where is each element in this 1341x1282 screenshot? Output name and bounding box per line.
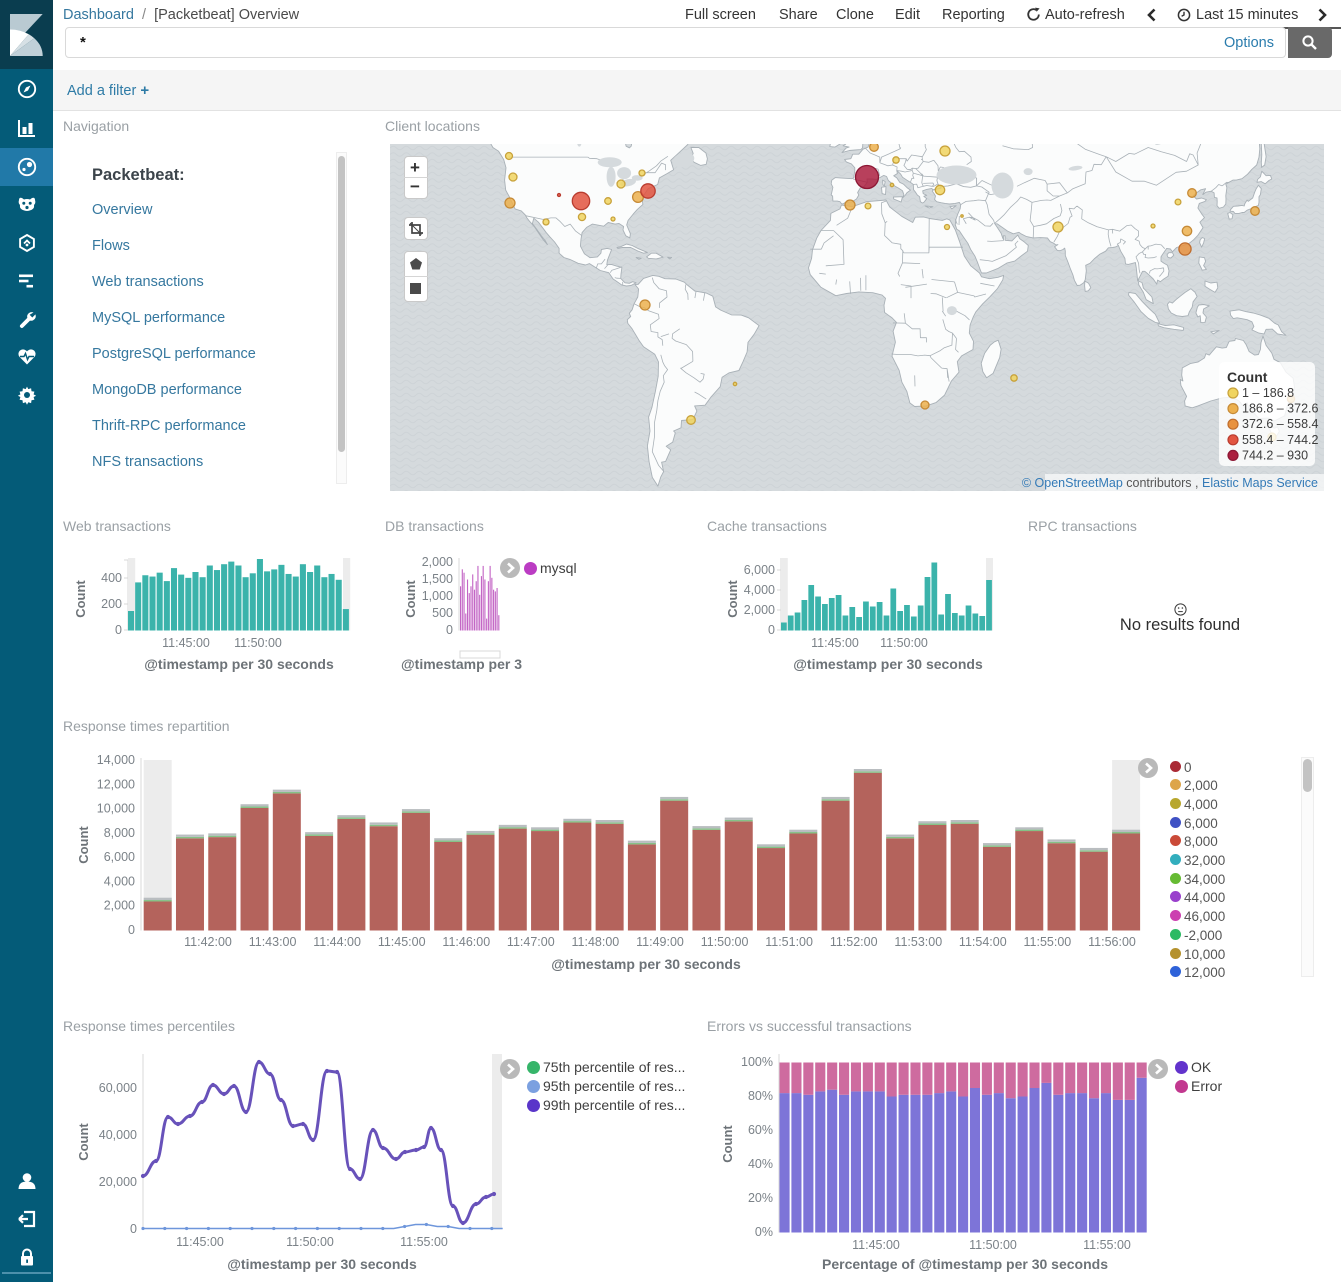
svg-text:Count: Count <box>725 580 740 618</box>
svg-text:1 – 186.8: 1 – 186.8 <box>1242 386 1294 400</box>
svg-text:11:47:00: 11:47:00 <box>507 935 555 949</box>
svg-text:0: 0 <box>115 623 122 637</box>
svg-text:14,000: 14,000 <box>97 753 135 767</box>
svg-text:11:50:00: 11:50:00 <box>234 636 282 650</box>
svg-text:2,000: 2,000 <box>744 603 775 617</box>
svg-text:11:55:00: 11:55:00 <box>1083 1238 1131 1252</box>
svg-text:6,000: 6,000 <box>744 563 775 577</box>
svg-text:1,000: 1,000 <box>422 589 453 603</box>
svg-text:0: 0 <box>130 1222 137 1236</box>
svg-text:20,000: 20,000 <box>99 1175 137 1189</box>
svg-text:12,000: 12,000 <box>97 777 135 791</box>
svg-text:11:55:00: 11:55:00 <box>1024 935 1072 949</box>
svg-text:11:50:00: 11:50:00 <box>286 1235 334 1249</box>
svg-text:@timestamp per 30 seconds: @timestamp per 30 seconds <box>227 1256 417 1272</box>
svg-text:Count: Count <box>76 826 91 864</box>
svg-text:744.2 – 930: 744.2 – 930 <box>1242 448 1308 462</box>
svg-text:11:56:00: 11:56:00 <box>1088 935 1136 949</box>
svg-text:Count: Count <box>76 1123 91 1161</box>
svg-text:80%: 80% <box>748 1089 773 1103</box>
svg-text:0: 0 <box>768 623 775 637</box>
svg-text:Count: Count <box>73 580 88 618</box>
svg-text:0: 0 <box>446 623 453 637</box>
svg-text:11:50:00: 11:50:00 <box>701 935 749 949</box>
svg-text:6,000: 6,000 <box>104 850 135 864</box>
svg-text:40%: 40% <box>748 1157 773 1171</box>
svg-text:11:54:00: 11:54:00 <box>959 935 1007 949</box>
svg-text:20%: 20% <box>748 1191 773 1205</box>
svg-text:100%: 100% <box>741 1055 773 1069</box>
svg-text:8,000: 8,000 <box>104 826 135 840</box>
svg-text:2,000: 2,000 <box>422 555 453 569</box>
svg-text:11:42:00: 11:42:00 <box>184 935 232 949</box>
svg-text:Count: Count <box>403 580 418 618</box>
svg-text:11:55:00: 11:55:00 <box>400 1235 448 1249</box>
svg-text:@timestamp per 30 seconds: @timestamp per 30 seconds <box>793 656 983 672</box>
svg-text:11:45:00: 11:45:00 <box>162 636 210 650</box>
svg-text:60,000: 60,000 <box>99 1081 137 1095</box>
svg-text:@timestamp per 3: @timestamp per 3 <box>401 656 522 672</box>
svg-text:0%: 0% <box>755 1225 773 1239</box>
svg-text:11:45:00: 11:45:00 <box>176 1235 224 1249</box>
svg-text:558.4 – 744.2: 558.4 – 744.2 <box>1242 433 1319 447</box>
svg-text:11:50:00: 11:50:00 <box>969 1238 1017 1252</box>
svg-text:2,000: 2,000 <box>104 899 135 913</box>
svg-text:11:50:00: 11:50:00 <box>880 636 928 650</box>
svg-text:11:45:00: 11:45:00 <box>852 1238 900 1252</box>
svg-text:4,000: 4,000 <box>744 583 775 597</box>
svg-text:500: 500 <box>432 606 453 620</box>
svg-text:4,000: 4,000 <box>104 874 135 888</box>
svg-text:© OpenStreetMap contributors ,: © OpenStreetMap contributors , Elastic M… <box>1022 476 1318 490</box>
svg-text:11:43:00: 11:43:00 <box>249 935 297 949</box>
svg-text:10,000: 10,000 <box>97 802 135 816</box>
svg-text:186.8 – 372.6: 186.8 – 372.6 <box>1242 402 1319 416</box>
svg-text:11:53:00: 11:53:00 <box>894 935 942 949</box>
svg-text:11:49:00: 11:49:00 <box>636 935 684 949</box>
svg-text:11:51:00: 11:51:00 <box>765 935 813 949</box>
svg-text:@timestamp per 30 seconds: @timestamp per 30 seconds <box>551 956 741 972</box>
svg-text:Percentage of @timestamp per 3: Percentage of @timestamp per 30 seconds <box>822 1256 1108 1272</box>
svg-text:11:44:00: 11:44:00 <box>313 935 361 949</box>
svg-text:11:45:00: 11:45:00 <box>378 935 426 949</box>
svg-text:372.6 – 558.4: 372.6 – 558.4 <box>1242 417 1319 431</box>
svg-text:11:48:00: 11:48:00 <box>572 935 620 949</box>
svg-text:60%: 60% <box>748 1123 773 1137</box>
svg-text:40,000: 40,000 <box>99 1128 137 1142</box>
svg-text:1,500: 1,500 <box>422 572 453 586</box>
svg-text:200: 200 <box>101 597 122 611</box>
svg-text:11:52:00: 11:52:00 <box>830 935 878 949</box>
svg-text:11:45:00: 11:45:00 <box>811 636 859 650</box>
svg-text:Count: Count <box>1227 369 1268 385</box>
svg-text:Count: Count <box>720 1125 735 1163</box>
svg-text:400: 400 <box>101 571 122 585</box>
svg-text:11:46:00: 11:46:00 <box>442 935 490 949</box>
svg-text:0: 0 <box>128 923 135 937</box>
svg-text:@timestamp per 30 seconds: @timestamp per 30 seconds <box>144 656 334 672</box>
